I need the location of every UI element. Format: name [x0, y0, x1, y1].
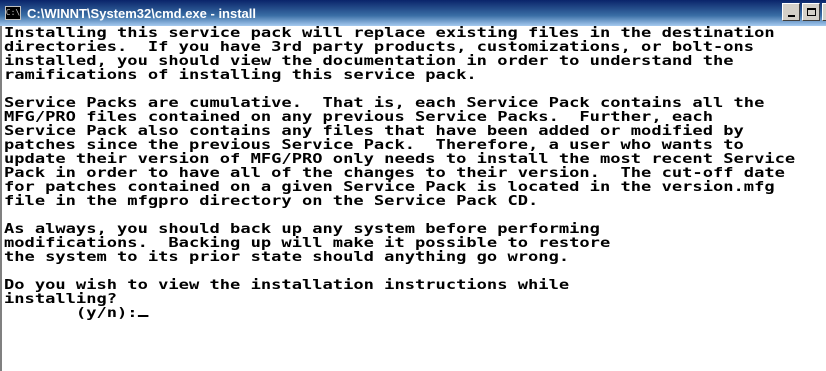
- console-line: As always, you should back up any system…: [4, 222, 600, 237]
- window-controls: ×: [782, 3, 826, 21]
- console-line: modifications. Backing up will make it p…: [4, 236, 611, 251]
- maximize-button[interactable]: [802, 3, 820, 21]
- console-line: installed, you should view the documenta…: [4, 54, 734, 69]
- window-title: C:\WINNT\System32\cmd.exe - install: [27, 5, 257, 21]
- console-line: ramifications of installing this service…: [4, 68, 477, 83]
- console-line: Pack in order to have all of the changes…: [4, 166, 785, 181]
- console-line: installing?: [4, 292, 118, 307]
- console-line: file in the mfgpro directory on the Serv…: [4, 194, 539, 209]
- prompt-line[interactable]: (y/n):: [4, 306, 149, 321]
- console-icon[interactable]: C:\: [5, 6, 21, 20]
- console-window: C:\ C:\WINNT\System32\cmd.exe - install …: [0, 0, 826, 371]
- console-line: MFG/PRO files contained on any previous …: [4, 110, 713, 125]
- text-cursor: [137, 315, 149, 317]
- console-line: the system to its prior state should any…: [4, 250, 570, 265]
- prompt-text: (y/n):: [4, 306, 138, 321]
- minimize-button[interactable]: [782, 3, 800, 21]
- maximize-icon: [806, 8, 816, 16]
- console-line: update their version of MFG/PRO only nee…: [4, 152, 796, 167]
- console-line: Installing this service pack will replac…: [4, 26, 775, 41]
- console-line: Do you wish to view the installation ins…: [4, 278, 570, 293]
- console-line: Service Pack also contains any files tha…: [4, 124, 744, 139]
- console-line: directories. If you have 3rd party produ…: [4, 40, 755, 55]
- console-output[interactable]: Installing this service pack will replac…: [0, 26, 826, 371]
- minimize-icon: [787, 15, 795, 17]
- close-button[interactable]: ×: [822, 3, 826, 21]
- console-line: for patches contained on a given Service…: [4, 180, 775, 195]
- console-line: Service Packs are cumulative. That is, e…: [4, 96, 765, 111]
- console-line: patches since the previous Service Pack.…: [4, 138, 744, 153]
- title-bar[interactable]: C:\ C:\WINNT\System32\cmd.exe - install …: [0, 0, 826, 26]
